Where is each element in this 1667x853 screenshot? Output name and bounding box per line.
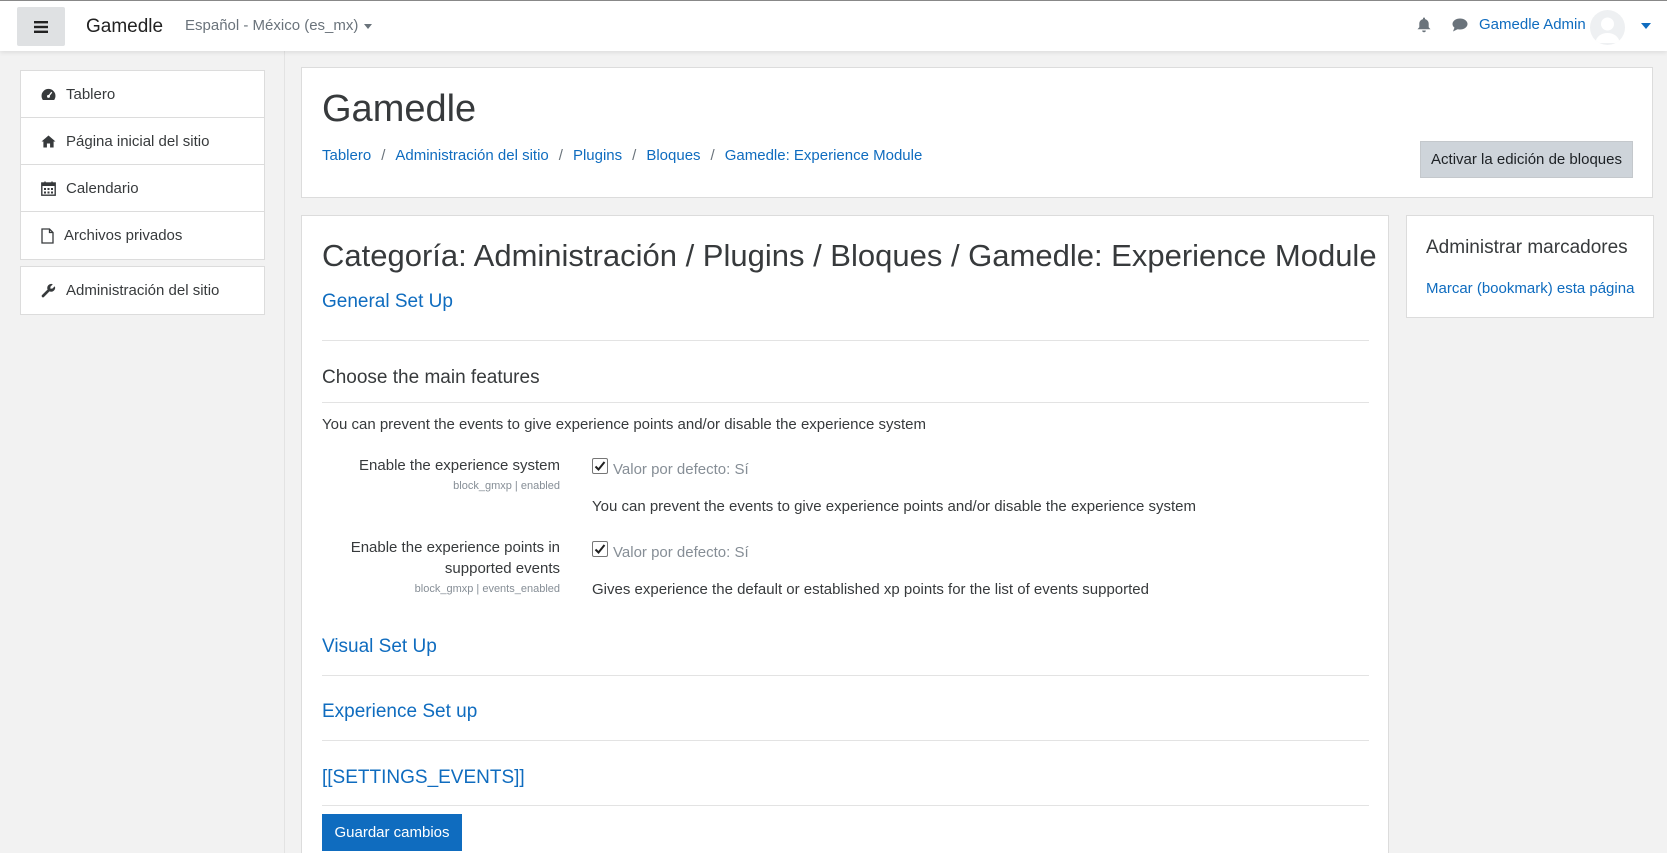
setting-desc-enabled: You can prevent the events to give exper…: [592, 498, 1196, 515]
enable-events-checkbox[interactable]: [592, 541, 608, 557]
edit-blocks-button[interactable]: Activar la edición de bloques: [1420, 141, 1633, 178]
language-menu[interactable]: Español - México (es_mx): [185, 17, 373, 34]
nav-admin-group: Administración del sitio: [20, 266, 265, 315]
checkmark-icon: [594, 461, 606, 471]
setting-label-enabled: Enable the experience system: [359, 457, 560, 474]
calendar-icon: [41, 181, 56, 196]
default-value-enabled: Valor por defecto: Sí: [613, 461, 749, 478]
sidebar-item-tablero[interactable]: Tablero: [21, 71, 264, 118]
user-menu-chevron-icon[interactable]: [1641, 23, 1651, 29]
setting-key-enabled: block_gmxp | enabled: [453, 480, 560, 492]
breadcrumb-experience-module[interactable]: Gamedle: Experience Module: [725, 147, 923, 164]
section-visual-setup-link[interactable]: Visual Set Up: [322, 636, 437, 658]
sidebar-item-home[interactable]: Página inicial del sitio: [21, 118, 264, 165]
file-icon: [41, 227, 54, 244]
drawer-toggle-button[interactable]: [17, 7, 65, 46]
features-heading: Choose the main features: [322, 367, 540, 388]
wrench-icon: [41, 283, 56, 298]
checkmark-icon: [594, 544, 606, 554]
hamburger-icon: [34, 20, 48, 33]
user-name[interactable]: Gamedle Admin: [1479, 16, 1586, 33]
setting-desc-events-enabled: Gives experience the default or establis…: [592, 581, 1149, 598]
language-label: Español - México (es_mx): [185, 17, 359, 34]
section-general-setup-link[interactable]: General Set Up: [322, 291, 453, 313]
section-experience-setup-link[interactable]: Experience Set up: [322, 701, 477, 723]
features-description: You can prevent the events to give exper…: [322, 416, 926, 433]
sidebar-item-label: Archivos privados: [64, 227, 183, 244]
home-icon: [41, 134, 56, 148]
setting-label-events-enabled: Enable the experience points in supporte…: [351, 537, 560, 579]
page-header: Gamedle Tablero / Administración del sitio…: [301, 67, 1653, 198]
top-navbar: Gamedle Español - México (es_mx) Gamedle…: [0, 0, 1667, 51]
divider: [322, 675, 1369, 676]
breadcrumb-plugins[interactable]: Plugins: [573, 147, 622, 164]
default-value-events-enabled: Valor por defecto: Sí: [613, 544, 749, 561]
category-title: Categoría: Administración / Plugins / Bl…: [322, 238, 1377, 273]
chevron-down-icon: [364, 23, 373, 29]
divider: [322, 740, 1369, 741]
divider: [322, 340, 1369, 341]
breadcrumb-tablero[interactable]: Tablero: [322, 147, 371, 164]
save-changes-button[interactable]: Guardar cambios: [322, 814, 462, 851]
bookmarks-block: Administrar marcadores Marcar (bookmark)…: [1406, 215, 1654, 318]
setting-label-line2: supported events: [444, 560, 560, 577]
dashboard-icon: [41, 88, 56, 100]
site-brand[interactable]: Gamedle: [86, 16, 163, 38]
breadcrumb-bloques[interactable]: Bloques: [646, 147, 700, 164]
avatar[interactable]: [1590, 10, 1625, 45]
sidebar-item-label: Tablero: [66, 85, 116, 103]
divider: [322, 805, 1369, 806]
setting-key-events-enabled: block_gmxp | events_enabled: [414, 583, 560, 595]
sidebar-item-calendar[interactable]: Calendario: [21, 165, 264, 212]
messages-chat-icon[interactable]: [1452, 18, 1468, 36]
bookmark-page-link[interactable]: Marcar (bookmark) esta página: [1426, 280, 1634, 297]
divider: [322, 402, 1369, 403]
sidebar-item-label: Calendario: [66, 179, 139, 197]
enable-experience-checkbox[interactable]: [592, 458, 608, 474]
breadcrumb-site-admin[interactable]: Administración del sitio: [395, 147, 548, 164]
breadcrumb: Tablero / Administración del sitio / Plugins…: [322, 147, 923, 164]
sidebar-item-label: Administración del sitio: [66, 282, 220, 299]
nav-drawer: Tablero Página inicial del sitio Calenda…: [0, 51, 285, 853]
sidebar-item-label: Página inicial del sitio: [66, 132, 210, 150]
page-title: Gamedle: [322, 88, 477, 130]
settings-card: Categoría: Administración / Plugins / Bl…: [301, 215, 1389, 853]
nav-main-group: Tablero Página inicial del sitio Calenda…: [20, 70, 265, 260]
section-settings-events-link[interactable]: [[SETTINGS_EVENTS]]: [322, 767, 525, 789]
sidebar-item-private-files[interactable]: Archivos privados: [21, 212, 264, 259]
sidebar-item-site-admin[interactable]: Administración del sitio: [21, 267, 264, 314]
notifications-bell-icon[interactable]: [1417, 17, 1431, 37]
setting-label-line1: Enable the experience points in: [350, 539, 560, 556]
block-title: Administrar marcadores: [1426, 237, 1628, 258]
